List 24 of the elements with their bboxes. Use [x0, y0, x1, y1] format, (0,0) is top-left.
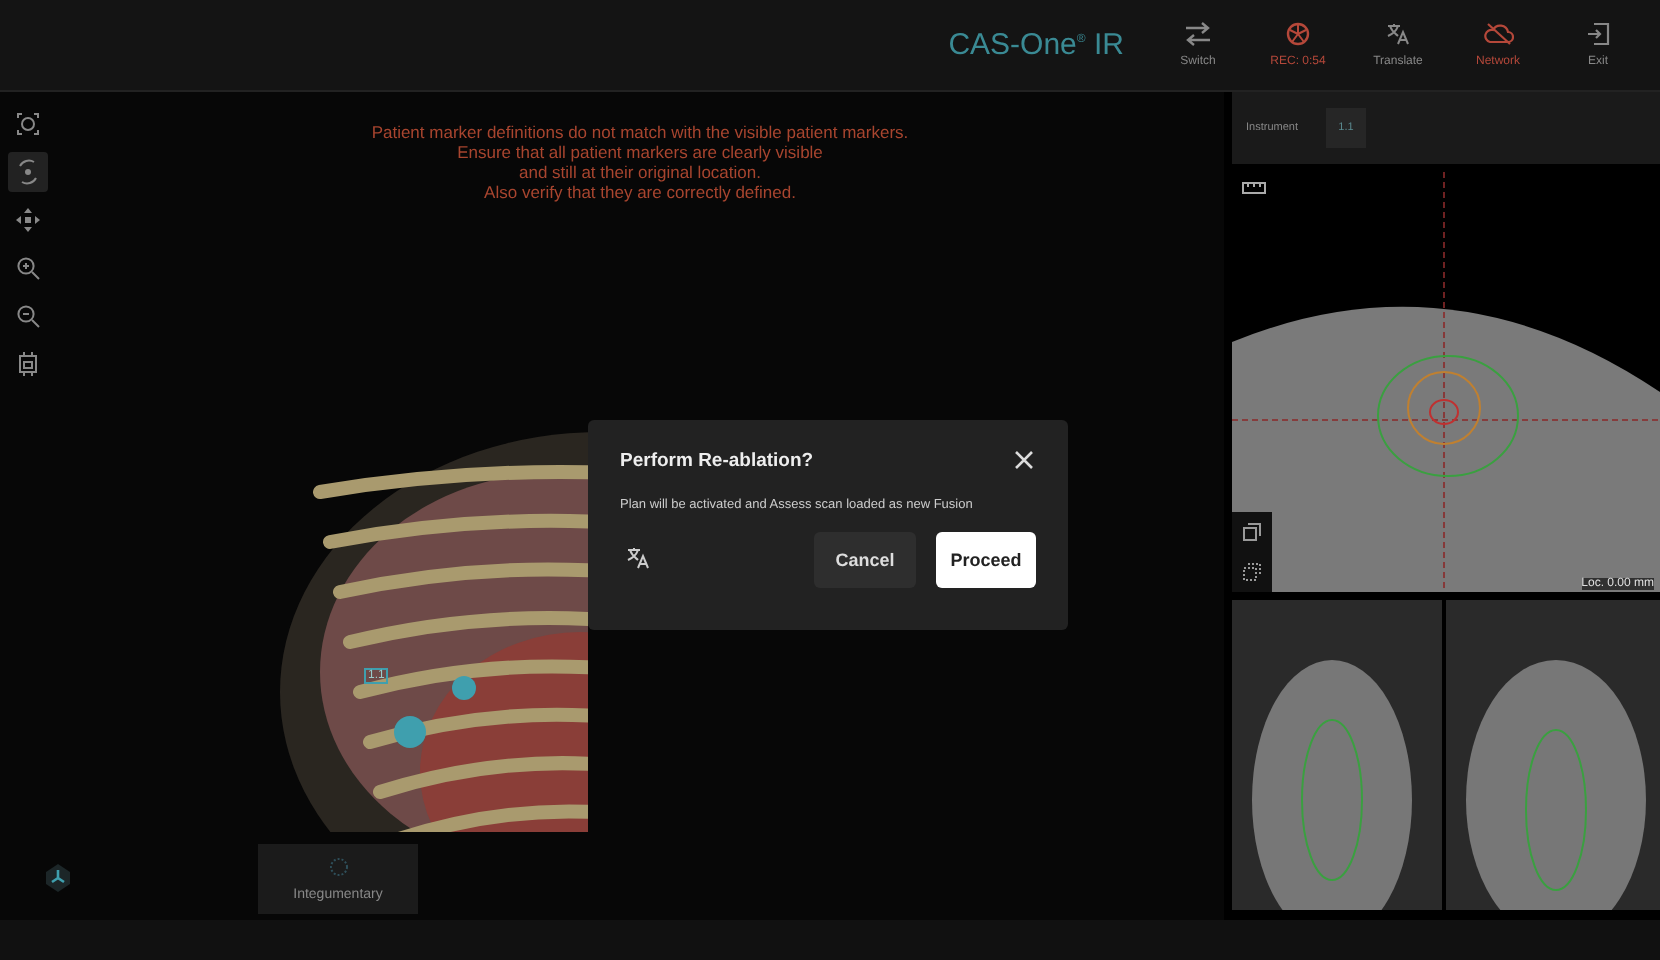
recenter-icon — [16, 112, 40, 136]
exit-icon — [1586, 22, 1610, 46]
frame-icon[interactable] — [1242, 562, 1262, 582]
zoom-in-icon — [16, 256, 40, 280]
swap-arrows-icon — [1184, 22, 1212, 46]
dotted-circle-icon — [329, 857, 347, 875]
warning-message: Patient marker definitions do not match with the visible patient markers. Ensure that all patient markers are clearly visible and still at their original location. Also verify that they are correctly defined. — [369, 122, 911, 202]
rotate-tool[interactable] — [8, 152, 48, 192]
layers-icon[interactable] — [1242, 522, 1262, 542]
translate-icon — [1386, 22, 1410, 46]
orientation-cube-icon[interactable] — [44, 864, 72, 892]
rotate-icon — [14, 158, 42, 186]
proceed-button[interactable]: Proceed — [936, 532, 1036, 588]
close-button[interactable] — [1012, 448, 1036, 472]
move-arrows-icon — [16, 208, 40, 232]
translate-button[interactable] — [624, 546, 652, 574]
cube-icon — [16, 352, 40, 376]
aperture-icon — [1286, 22, 1310, 46]
cloud-off-icon — [1483, 22, 1513, 46]
cancel-button[interactable]: Cancel — [814, 532, 916, 588]
dialog-title: Perform Re-ablation? — [620, 449, 814, 471]
zoom-out-icon — [16, 304, 40, 328]
app-title: CAS-One$^{®}$ IR — [948, 28, 1124, 62]
ruler-icon[interactable] — [1242, 182, 1266, 194]
